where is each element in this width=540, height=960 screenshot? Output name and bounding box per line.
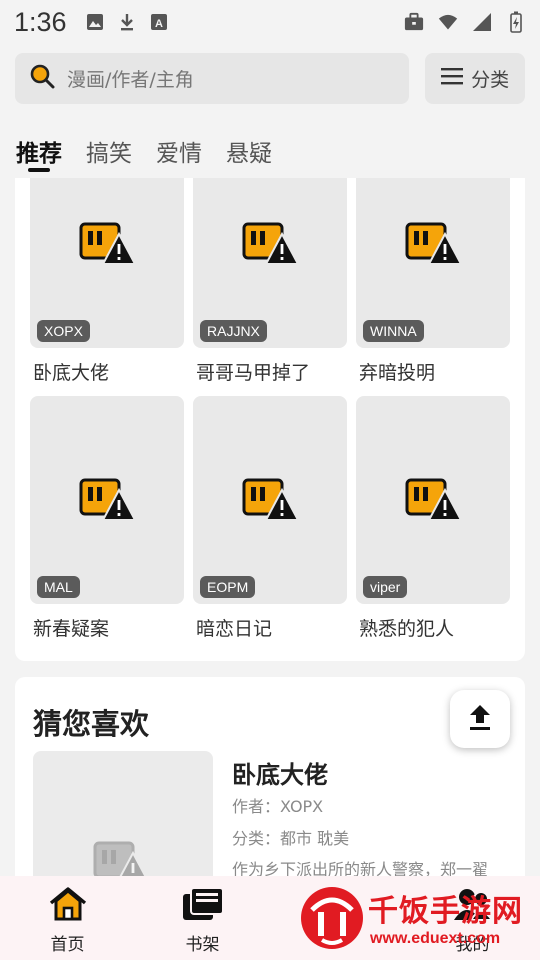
bookshelf-icon (182, 886, 224, 926)
battery-icon (506, 11, 526, 33)
author-badge: XOPX (37, 320, 90, 342)
home-icon (48, 886, 88, 926)
recommend-heading: 猜您喜欢 (33, 707, 150, 741)
comic-cover: MAL (30, 396, 184, 604)
watermark-url: www.eduext.com (370, 930, 501, 947)
search-placeholder: 漫画/作者/主角 (67, 68, 194, 91)
comic-card[interactable]: MAL 新春疑案 (30, 396, 184, 641)
broken-image-icon (405, 478, 463, 526)
comic-title: 暗恋日记 (196, 618, 273, 640)
image-icon (85, 12, 105, 32)
recommend-author: 作者：XOPX (232, 797, 324, 816)
recommend-title[interactable]: 卧底大佬 (232, 755, 328, 790)
font-icon: A (149, 12, 169, 32)
tab-label: 悬疑 (226, 141, 272, 167)
comic-card[interactable]: XOPX 卧底大佬 (30, 178, 184, 385)
author-badge: RAJJNX (200, 320, 267, 342)
svg-text:A: A (155, 18, 163, 30)
tab-bar: 推荐 搞笑 爱情 悬疑 (0, 128, 540, 178)
nav-bookshelf[interactable]: 书架 (135, 876, 270, 960)
broken-image-icon (79, 478, 137, 526)
search-input[interactable]: 漫画/作者/主角 (15, 52, 410, 104)
comic-title: 熟悉的犯人 (359, 618, 455, 640)
watermark: 千饭手游网 www.eduext.com (298, 882, 534, 954)
broken-image-icon (405, 222, 463, 270)
status-bar: 1:36 A (0, 0, 540, 44)
comic-cover: EOPM (193, 396, 347, 604)
broken-image-icon (79, 222, 137, 270)
upload-icon (467, 703, 493, 735)
author-badge: EOPM (200, 576, 256, 598)
briefcase-icon (404, 12, 424, 32)
watermark-name: 千饭手游网 (368, 894, 523, 929)
comic-title: 新春疑案 (33, 618, 110, 640)
category-button[interactable]: 分类 (425, 52, 525, 104)
broken-image-icon (242, 478, 300, 526)
comic-cover: WINNA (356, 178, 510, 348)
tab-funny[interactable]: 搞笑 (86, 128, 132, 168)
recommend-cover[interactable] (33, 751, 213, 891)
tab-recommend[interactable]: 推荐 (16, 128, 62, 172)
comic-cover: XOPX (30, 178, 184, 348)
author-badge: viper (363, 576, 408, 598)
author-badge: MAL (37, 576, 80, 598)
nav-home[interactable]: 首页 (0, 876, 135, 960)
comic-card[interactable]: WINNA 弃暗投明 (356, 178, 510, 385)
comic-title: 卧底大佬 (33, 362, 110, 384)
tab-mystery[interactable]: 悬疑 (226, 128, 272, 168)
tab-indicator (28, 168, 50, 172)
nav-label: 首页 (50, 935, 85, 955)
comic-title: 弃暗投明 (359, 362, 436, 384)
download-icon (117, 12, 137, 32)
tab-label: 搞笑 (86, 141, 132, 167)
tab-label: 爱情 (156, 141, 202, 167)
search-header: 漫画/作者/主角 分类 (0, 52, 540, 104)
broken-image-icon (242, 222, 300, 270)
tab-label: 推荐 (16, 141, 62, 167)
search-icon (29, 63, 55, 93)
author-badge: WINNA (363, 320, 424, 342)
signal-icon (472, 12, 492, 32)
status-time: 1:36 (14, 6, 67, 37)
comic-card[interactable]: viper 熟悉的犯人 (356, 396, 510, 641)
menu-icon (441, 67, 464, 90)
tab-romance[interactable]: 爱情 (156, 128, 202, 168)
comic-card[interactable]: RAJJNX 哥哥马甲掉了 (193, 178, 347, 385)
comic-card[interactable]: EOPM 暗恋日记 (193, 396, 347, 641)
scroll-to-top-button[interactable] (450, 690, 510, 748)
watermark-logo-icon (298, 882, 368, 958)
comic-title: 哥哥马甲掉了 (196, 362, 311, 384)
comic-cover: RAJJNX (193, 178, 347, 348)
wifi-icon (438, 12, 458, 32)
recommend-category: 分类：都市 耽美 (232, 829, 350, 848)
category-label: 分类 (471, 68, 510, 91)
comic-cover: viper (356, 396, 510, 604)
nav-label: 书架 (185, 935, 220, 955)
comic-grid: XOPX 卧底大佬 RAJJNX 哥哥马甲掉了 WINNA 弃暗投明 MAL 新 (15, 178, 525, 661)
